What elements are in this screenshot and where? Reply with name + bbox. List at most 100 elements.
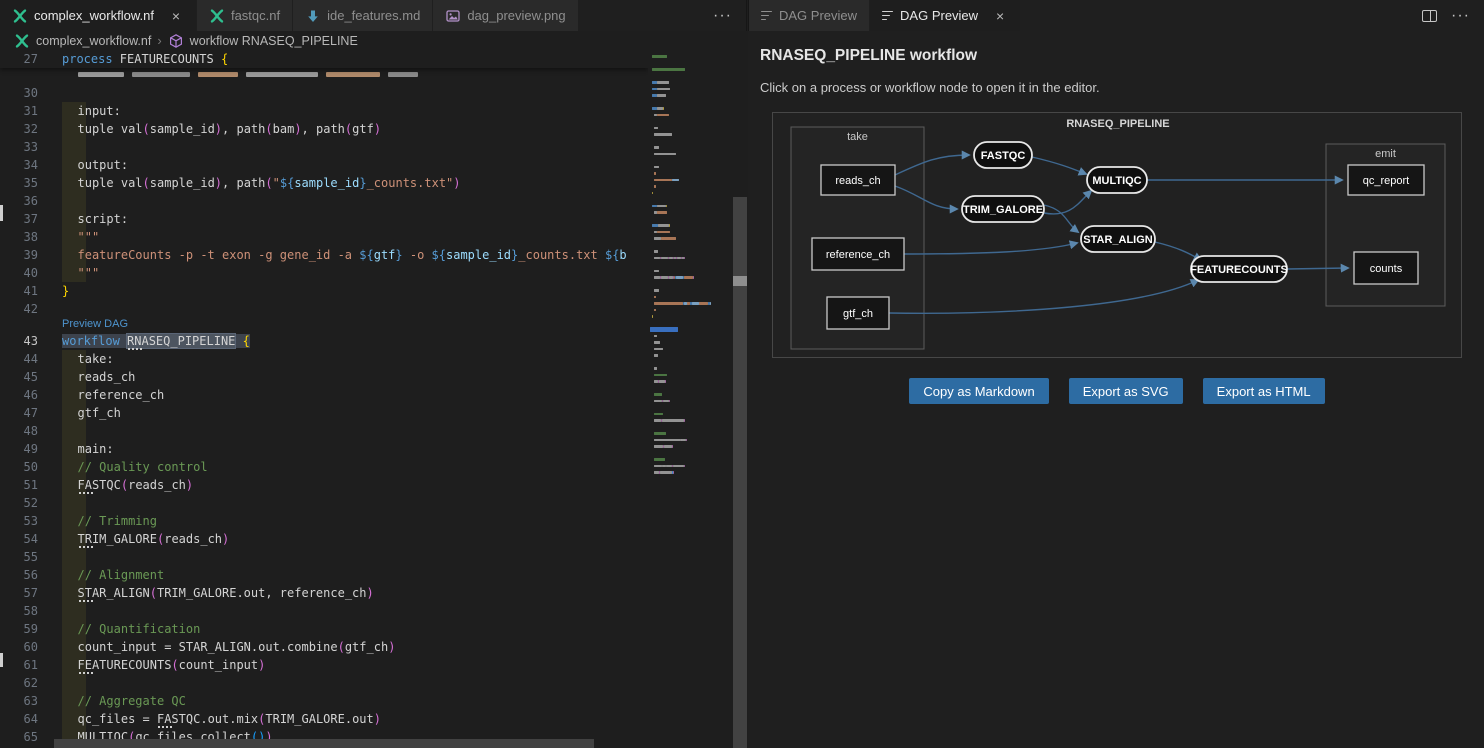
line-number: 53	[0, 512, 38, 530]
code-token: ${	[605, 248, 619, 262]
code-line-52[interactable]: 52	[0, 494, 648, 512]
breadcrumb-file[interactable]: complex_workflow.nf	[36, 34, 151, 48]
close-icon[interactable]: ×	[168, 8, 184, 24]
tab-left-fastqc-nf[interactable]: fastqc.nf	[197, 0, 293, 31]
code-token: , path	[302, 122, 345, 136]
code-line-58[interactable]: 58	[0, 602, 648, 620]
code-line-32[interactable]: 32tuple val(sample_id), path(bam), path(…	[0, 120, 648, 138]
code-token: FASTQC	[78, 478, 121, 492]
split-editor-icon[interactable]	[1422, 10, 1437, 22]
code-text: // Quality control	[62, 458, 208, 476]
code-line-42[interactable]: 42	[0, 300, 648, 318]
tab-right-dag-preview[interactable]: DAG Preview×	[870, 0, 1021, 31]
breadcrumb-symbol[interactable]: workflow RNASEQ_PIPELINE	[190, 34, 358, 48]
code-line-35[interactable]: 35tuple val(sample_id), path("${sample_i…	[0, 174, 648, 192]
code-editor[interactable]: 3031input:32tuple val(sample_id), path(b…	[0, 50, 747, 748]
code-line-49[interactable]: 49main:	[0, 440, 648, 458]
code-token: )	[374, 712, 381, 726]
code-line-56[interactable]: 56 // Alignment	[0, 566, 648, 584]
code-line-55[interactable]: 55	[0, 548, 648, 566]
code-line-33[interactable]: 33	[0, 138, 648, 156]
code-line-54[interactable]: 54TRIM_GALORE(reads_ch)	[0, 530, 648, 548]
code-token: _counts.txt	[518, 248, 605, 262]
breadcrumb-separator: ›	[157, 33, 161, 48]
line-number: 64	[0, 710, 38, 728]
code-line-45[interactable]: 45reads_ch	[0, 368, 648, 386]
line-number: 37	[0, 210, 38, 228]
tab-label: fastqc.nf	[231, 8, 280, 23]
code-token: tuple val	[78, 122, 143, 136]
line-number: 54	[0, 530, 38, 548]
code-line-53[interactable]: 53 // Trimming	[0, 512, 648, 530]
code-line-38[interactable]: 38"""	[0, 228, 648, 246]
tab-right-dag-preview[interactable]: DAG Preview	[749, 0, 870, 31]
code-token: )	[222, 532, 229, 546]
code-line-62[interactable]: 62	[0, 674, 648, 692]
more-actions-icon[interactable]: ···	[1451, 8, 1470, 24]
code-text: """	[62, 228, 99, 246]
close-icon[interactable]: ×	[992, 8, 1008, 24]
code-token: reads_ch	[164, 532, 222, 546]
tab-label: ide_features.md	[327, 8, 420, 23]
code-token: STAR_ALIGN	[78, 586, 150, 600]
code-line-50[interactable]: 50 // Quality control	[0, 458, 648, 476]
line-number: 55	[0, 548, 38, 566]
more-actions-icon[interactable]: ···	[713, 8, 732, 24]
code-token: ${	[432, 248, 446, 262]
code-line-36[interactable]: 36	[0, 192, 648, 210]
code-token: count_input = STAR_ALIGN.out.combine	[78, 640, 338, 654]
code-text: // Aggregate QC	[62, 692, 186, 710]
code-token: // Trimming	[78, 514, 157, 528]
code-token: (	[121, 478, 128, 492]
minimap[interactable]	[650, 50, 712, 748]
code-line-40[interactable]: 40"""	[0, 264, 648, 282]
code-line-39[interactable]: 39featureCounts -p -t exon -g gene_id -a…	[0, 246, 648, 264]
code-line-27[interactable]: 27process FEATURECOUNTS {	[0, 50, 648, 68]
code-line-59[interactable]: 59// Quantification	[0, 620, 648, 638]
code-line-61[interactable]: 61FEATURECOUNTS(count_input)	[0, 656, 648, 674]
code-line-48[interactable]: 48	[0, 422, 648, 440]
tab-left-ide-features-md[interactable]: ide_features.md	[293, 0, 433, 31]
line-number: 50	[0, 458, 38, 476]
editor-tabstrip-left: complex_workflow.nf× fastqc.nf ide_feature…	[0, 0, 747, 31]
export-as-html-button[interactable]: Export as HTML	[1203, 378, 1325, 404]
tab-left-complex-workflow-nf[interactable]: complex_workflow.nf×	[0, 0, 197, 31]
code-line-51[interactable]: 51FASTQC(reads_ch)	[0, 476, 648, 494]
code-token: sample_id	[150, 176, 215, 190]
code-token: // Alignment	[78, 568, 165, 582]
dag-title: RNASEQ_PIPELINE	[1066, 118, 1169, 130]
sticky-scroll-line[interactable]: 27process FEATURECOUNTS {	[0, 50, 648, 68]
ide-window: complex_workflow.nf×fastqc.nfide_feature…	[0, 0, 1484, 748]
code-token: _counts.txt"	[367, 176, 454, 190]
code-line-44[interactable]: 44take:	[0, 350, 648, 368]
code-line-41[interactable]: 41}	[0, 282, 648, 300]
code-line-46[interactable]: 46reference_ch	[0, 386, 648, 404]
tab-left-dag-preview-png[interactable]: dag_preview.png	[433, 0, 578, 31]
copy-as-markdown-button[interactable]: Copy as Markdown	[909, 378, 1048, 404]
code-text: input:	[62, 102, 121, 120]
code-token: TRIM_GALORE	[78, 532, 157, 546]
code-line-30[interactable]: 30	[0, 84, 648, 102]
code-line-57[interactable]: 57STAR_ALIGN(TRIM_GALORE.out, reference_…	[0, 584, 648, 602]
line-number: 42	[0, 300, 38, 318]
code-line-64[interactable]: 64 qc_files = FASTQC.out.mix(TRIM_GALORE.…	[0, 710, 648, 728]
code-token: take:	[78, 352, 114, 366]
vertical-scrollbar[interactable]	[733, 50, 747, 748]
code-token: TRIM_GALORE.out, reference_ch	[157, 586, 367, 600]
markdown-icon	[305, 8, 321, 24]
code-text: qc_files = FASTQC.out.mix(TRIM_GALORE.ou…	[62, 710, 381, 728]
export-as-svg-button[interactable]: Export as SVG	[1069, 378, 1183, 404]
code-line-31[interactable]: 31input:	[0, 102, 648, 120]
code-line-43[interactable]: 43workflow RNASEQ_PIPELINE {	[0, 332, 648, 350]
code-line-63[interactable]: 63// Aggregate QC	[0, 692, 648, 710]
code-line-47[interactable]: 47gtf_ch	[0, 404, 648, 422]
horizontal-scrollbar[interactable]	[54, 739, 594, 748]
code-line-37[interactable]: 37script:	[0, 210, 648, 228]
codelens-preview-dag[interactable]: Preview DAG	[62, 318, 128, 332]
code-text: featureCounts -p -t exon -g gene_id -a $…	[62, 246, 627, 264]
dag-node-label-TRIM_GALORE: TRIM_GALORE	[963, 204, 1043, 216]
code-line-34[interactable]: 34output:	[0, 156, 648, 174]
breadcrumb: complex_workflow.nf › workflow RNASEQ_PI…	[0, 31, 747, 50]
code-line-60[interactable]: 60count_input = STAR_ALIGN.out.combine(g…	[0, 638, 648, 656]
line-number: 56	[0, 566, 38, 584]
